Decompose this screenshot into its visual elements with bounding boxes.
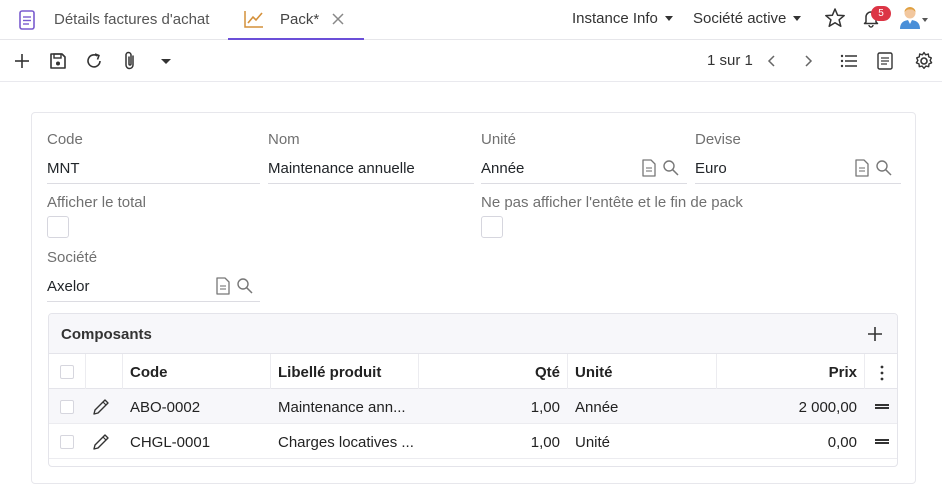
- cell-qte: 1,00: [530, 399, 560, 416]
- notification-badge: 5: [871, 6, 891, 21]
- societe-field[interactable]: Axelor: [47, 278, 90, 295]
- cell-prix: 0,00: [827, 434, 857, 451]
- refresh-icon[interactable]: [83, 50, 105, 72]
- row-checkbox[interactable]: [60, 435, 74, 449]
- toolbar: 1 sur 1: [0, 40, 942, 82]
- tab-label: Détails factures d'achat: [54, 11, 210, 28]
- col-sep: [716, 354, 717, 389]
- add-icon[interactable]: [865, 324, 885, 344]
- col-header-qte[interactable]: Qté: [489, 364, 560, 381]
- document-icon[interactable]: [214, 276, 232, 296]
- devise-actions: [853, 158, 893, 178]
- col-header-libelle[interactable]: Libellé produit: [278, 364, 381, 381]
- nom-field[interactable]: Maintenance annuelle: [268, 160, 415, 177]
- grid-header: Code Libellé produit Qté Unité Prix: [49, 354, 897, 389]
- ne-pas-afficher-checkbox[interactable]: [481, 216, 503, 238]
- document-icon[interactable]: [853, 158, 871, 178]
- societe-underline: [47, 301, 260, 302]
- unite-label: Unité: [481, 131, 517, 148]
- societe-active-label: Société active: [693, 9, 787, 27]
- devise-underline: [695, 183, 901, 184]
- societe-label: Société: [47, 249, 98, 266]
- select-all-checkbox[interactable]: [60, 365, 74, 379]
- col-sep: [418, 354, 419, 389]
- cell-qte: 1,00: [530, 434, 560, 451]
- nom-label: Nom: [268, 131, 300, 148]
- pager-text: 1 sur 1: [707, 52, 753, 69]
- devise-label: Devise: [695, 131, 741, 148]
- composants-panel: Composants Code Libellé produit Qté Unit…: [48, 313, 898, 467]
- chevron-down-icon: [793, 15, 802, 21]
- search-icon[interactable]: [236, 276, 254, 296]
- table-row[interactable]: CHGL-0001 Charges locatives ... 1,00 Uni…: [49, 424, 897, 459]
- afficher-total-checkbox[interactable]: [47, 216, 69, 238]
- tab-pack[interactable]: Pack*: [228, 0, 364, 40]
- code-field[interactable]: MNT: [47, 160, 80, 177]
- societe-actions: [214, 276, 254, 296]
- save-icon[interactable]: [47, 50, 69, 72]
- row-checkbox[interactable]: [60, 400, 74, 414]
- more-actions-caret-icon[interactable]: [155, 50, 177, 72]
- star-icon[interactable]: [824, 7, 846, 29]
- nom-underline: [268, 183, 474, 184]
- pencil-icon[interactable]: [91, 397, 111, 417]
- paperclip-icon[interactable]: [119, 50, 141, 72]
- unite-field[interactable]: Année: [481, 160, 524, 177]
- col-header-prix[interactable]: Prix: [769, 364, 857, 381]
- chevron-left-icon[interactable]: [761, 50, 783, 72]
- form-view-icon[interactable]: [874, 50, 896, 72]
- col-header-code[interactable]: Code: [130, 364, 168, 381]
- panel-header: Composants: [49, 314, 897, 354]
- pencil-icon[interactable]: [91, 432, 111, 452]
- add-icon[interactable]: [11, 50, 33, 72]
- close-icon[interactable]: [331, 12, 345, 26]
- ne-pas-afficher-label: Ne pas afficher l'entête et le fin de pa…: [481, 194, 743, 211]
- societe-active-menu[interactable]: Société active: [693, 0, 802, 36]
- col-sep: [567, 354, 568, 389]
- chevron-right-icon[interactable]: [797, 50, 819, 72]
- panel-title: Composants: [61, 326, 152, 343]
- col-sep: [122, 354, 123, 389]
- chevron-down-icon: [664, 15, 673, 21]
- col-header-unite[interactable]: Unité: [575, 364, 613, 381]
- cell-unite: Unité: [575, 434, 611, 451]
- code-underline: [47, 183, 260, 184]
- cell-libelle: Maintenance ann...: [278, 399, 406, 416]
- gear-icon[interactable]: [913, 50, 935, 72]
- cell-code: ABO-0002: [130, 399, 201, 416]
- col-sep: [85, 354, 86, 389]
- document-icon: [18, 9, 36, 30]
- cell-libelle: Charges locatives ...: [278, 434, 414, 451]
- chevron-down-icon[interactable]: [922, 18, 928, 22]
- table-row[interactable]: ABO-0002 Maintenance ann... 1,00 Année 2…: [49, 389, 897, 424]
- search-icon[interactable]: [875, 158, 893, 178]
- top-tab-bar: Détails factures d'achat Pack* Instance …: [0, 0, 942, 40]
- drag-handle-icon[interactable]: [875, 439, 889, 444]
- devise-field[interactable]: Euro: [695, 160, 727, 177]
- cell-unite: Année: [575, 399, 619, 416]
- instance-info-menu[interactable]: Instance Info: [572, 0, 673, 36]
- document-icon[interactable]: [640, 158, 658, 178]
- search-icon[interactable]: [662, 158, 680, 178]
- col-sep: [864, 354, 865, 389]
- instance-info-label: Instance Info: [572, 9, 658, 27]
- cell-prix: 2 000,00: [798, 399, 857, 416]
- unite-actions: [640, 158, 680, 178]
- drag-handle-icon[interactable]: [875, 404, 889, 409]
- column-menu-icon[interactable]: [875, 364, 889, 382]
- tab-details-factures[interactable]: Détails factures d'achat: [0, 0, 209, 39]
- chart-line-icon: [244, 10, 264, 28]
- unite-underline: [481, 183, 687, 184]
- cell-code: CHGL-0001: [130, 434, 211, 451]
- avatar[interactable]: [899, 5, 921, 29]
- afficher-total-label: Afficher le total: [47, 194, 146, 211]
- col-sep: [270, 354, 271, 389]
- code-label: Code: [47, 131, 83, 148]
- list-view-icon[interactable]: [838, 50, 860, 72]
- tab-label: Pack*: [280, 10, 320, 28]
